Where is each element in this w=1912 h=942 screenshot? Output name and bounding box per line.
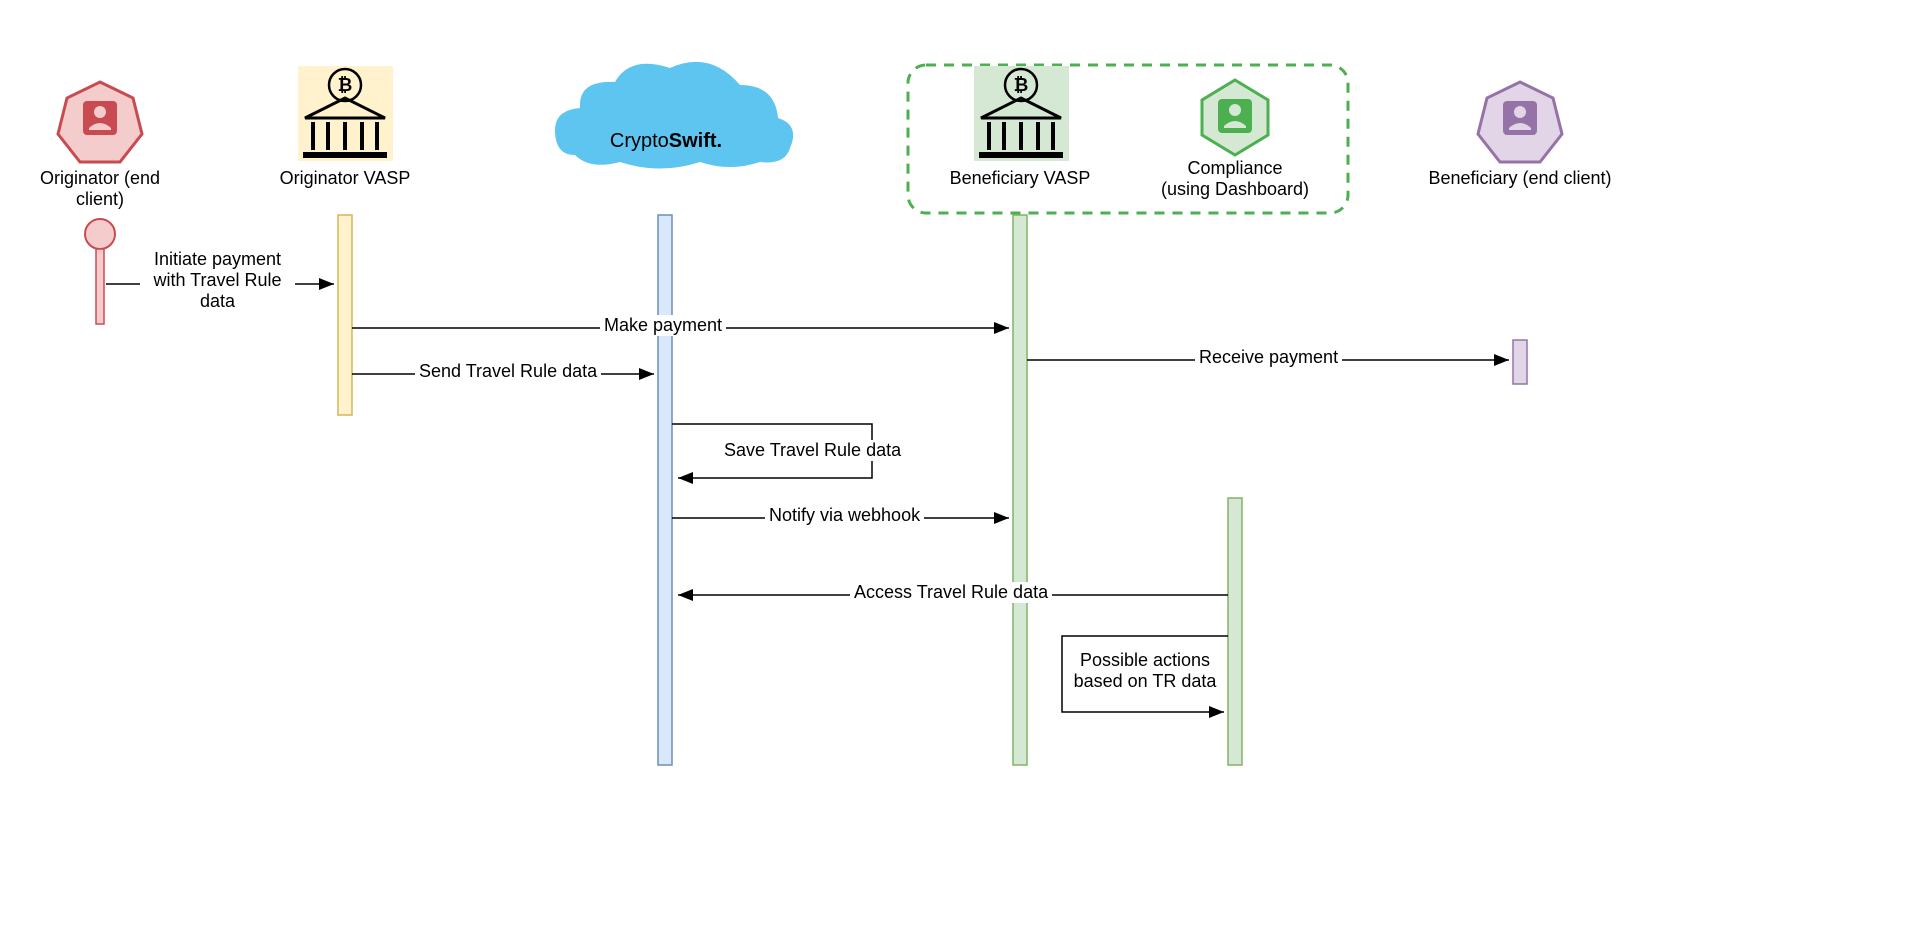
- originator-client-icon: [58, 82, 142, 162]
- msg-possible-l1: Possible actions: [1080, 650, 1210, 670]
- cloud-text-bold: Swift.: [669, 130, 722, 152]
- msg-receive-payment: Receive payment: [1195, 347, 1342, 368]
- compliance-label: Compliance (using Dashboard): [1150, 158, 1320, 200]
- compliance-lifeline: [1228, 498, 1242, 765]
- beneficiary-vasp-lifeline: [1013, 215, 1027, 765]
- msg-initiate-l1: Initiate payment: [154, 249, 281, 269]
- msg-send-tr: Send Travel Rule data: [415, 361, 601, 382]
- originator-client-label: Originator (end client): [10, 168, 190, 210]
- beneficiary-client-label: Beneficiary (end client): [1420, 168, 1620, 189]
- msg-possible-l2: based on TR data: [1074, 671, 1217, 691]
- msg-initiate: Initiate payment with Travel Rule data: [140, 249, 295, 312]
- cloud-text-normal: Crypto: [610, 130, 669, 152]
- cryptoswift-lifeline: [658, 215, 672, 765]
- originator-vasp-label: Originator VASP: [275, 168, 415, 189]
- svg-text:₿: ₿: [1014, 75, 1029, 95]
- msg-notify-webhook: Notify via webhook: [765, 505, 924, 526]
- compliance-line2: (using Dashboard): [1161, 179, 1309, 199]
- msg-possible-actions: Possible actions based on TR data: [1065, 650, 1225, 692]
- cryptoswift-label: CryptoSwift.: [596, 130, 736, 153]
- originator-vasp-icon: ₿: [298, 66, 393, 161]
- beneficiary-vasp-icon: ₿: [974, 66, 1069, 161]
- sequence-diagram: ₿ ₿: [0, 0, 1912, 942]
- compliance-line1: Compliance: [1187, 158, 1282, 178]
- msg-save-tr: Save Travel Rule data: [720, 440, 905, 461]
- beneficiary-client-icon: [1478, 82, 1562, 162]
- originator-vasp-lifeline: [338, 215, 352, 415]
- compliance-icon: [1202, 80, 1268, 155]
- msg-initiate-l3: data: [200, 291, 235, 311]
- svg-text:₿: ₿: [338, 75, 353, 95]
- beneficiary-vasp-label: Beneficiary VASP: [940, 168, 1100, 189]
- beneficiary-client-lifeline: [1513, 340, 1527, 384]
- msg-make-payment: Make payment: [600, 315, 726, 336]
- originator-client-lifeline: [85, 219, 115, 324]
- msg-initiate-l2: with Travel Rule: [153, 270, 281, 290]
- msg-access-tr: Access Travel Rule data: [850, 582, 1052, 603]
